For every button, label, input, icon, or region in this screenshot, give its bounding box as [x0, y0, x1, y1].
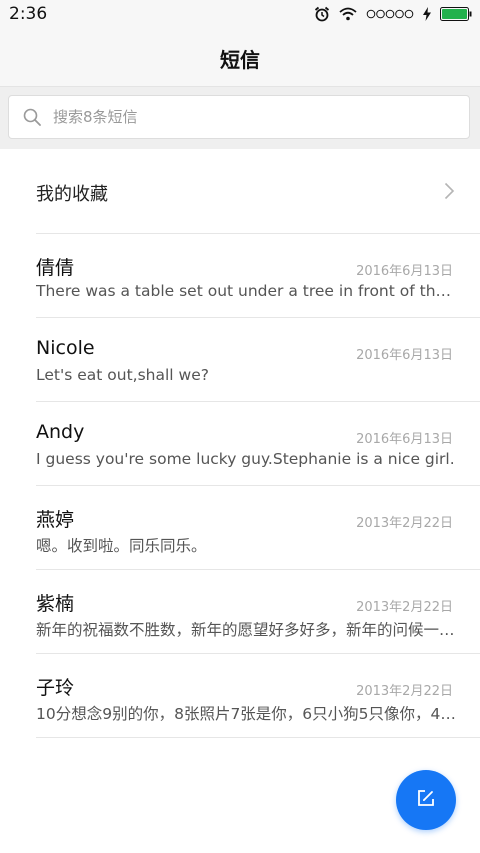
message-preview: 新年的祝福数不胜数，新年的愿望好多好多，新年的问候一声一声: [36, 621, 456, 639]
message-date: 2013年2月22日: [356, 600, 453, 615]
message-preview: I guess you're some lucky guy.Stephanie …: [36, 450, 455, 468]
messages-screen: 2:36 短信 搜索8条短信 我的收藏 倩倩 2016年6月13日 There …: [0, 0, 480, 853]
contact-name: Nicole: [36, 337, 95, 359]
message-date: 2016年6月13日: [356, 264, 453, 279]
signal-dots-icon: [366, 9, 414, 19]
conversation-item[interactable]: 子玲 2013年2月22日 10分想念9别的你，8张照片7张是你，6只小狗5只像…: [0, 654, 480, 738]
divider: [36, 737, 480, 738]
contact-name: Andy: [36, 421, 85, 443]
wifi-icon: [339, 7, 357, 21]
contact-name: 倩倩: [36, 257, 75, 279]
search-area: [0, 87, 480, 149]
message-preview: Let's eat out,shall we?: [36, 366, 209, 384]
favorites-label: 我的收藏: [36, 184, 108, 205]
app-header: 短信: [0, 28, 480, 87]
charging-bolt-icon: [423, 7, 431, 21]
favorites-row[interactable]: 我的收藏: [0, 149, 480, 234]
battery-icon: [440, 7, 472, 21]
conversation-item[interactable]: 倩倩 2016年6月13日 There was a table set out …: [0, 234, 480, 318]
conversation-item[interactable]: Andy 2016年6月13日 I guess you're some luck…: [0, 402, 480, 486]
search-box[interactable]: [8, 95, 470, 139]
page-title: 短信: [220, 48, 260, 72]
compose-icon: [416, 788, 436, 812]
contact-name: 紫楠: [36, 593, 75, 615]
message-date: 2013年2月22日: [356, 516, 453, 531]
conversation-item[interactable]: 紫楠 2013年2月22日 新年的祝福数不胜数，新年的愿望好多好多，新年的问候一…: [0, 570, 480, 654]
chevron-right-icon: [444, 182, 455, 204]
message-date: 2016年6月13日: [356, 348, 453, 363]
alarm-icon: [314, 6, 330, 22]
status-icons: [314, 5, 472, 23]
conversation-list: 倩倩 2016年6月13日 There was a table set out …: [0, 234, 480, 738]
message-preview: There was a table set out under a tree i…: [36, 282, 456, 300]
status-time: 2:36: [9, 4, 48, 24]
contact-name: 子玲: [36, 677, 75, 699]
conversation-item[interactable]: Nicole 2016年6月13日 Let's eat out,shall we…: [0, 318, 480, 402]
search-icon: [23, 108, 41, 130]
contact-name: 燕婷: [36, 509, 75, 531]
message-preview: 10分想念9别的你，8张照片7张是你，6只小狗5只像你，4处寻找: [36, 705, 456, 723]
conversation-item[interactable]: 燕婷 2013年2月22日 嗯。收到啦。同乐同乐。: [0, 486, 480, 570]
compose-button[interactable]: [396, 770, 456, 830]
message-date: 2016年6月13日: [356, 432, 453, 447]
message-preview: 嗯。收到啦。同乐同乐。: [36, 537, 207, 555]
search-input[interactable]: [53, 106, 453, 128]
message-date: 2013年2月22日: [356, 684, 453, 699]
status-bar: 2:36: [0, 0, 480, 28]
